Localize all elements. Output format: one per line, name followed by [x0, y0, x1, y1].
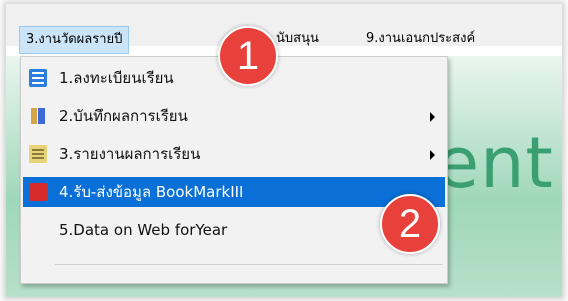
menu-item-label: 2.บันทึกผลการเรียน: [59, 107, 188, 125]
application-window: 3.งานวัดผลรายปี นับสนุน 9.งานเอนกประสงค์…: [6, 4, 562, 297]
menu-item-record-grades[interactable]: 2.บันทึกผลการเรียน: [23, 101, 445, 131]
book-icon: [29, 183, 47, 201]
register-list-icon: [29, 69, 47, 87]
menu-annual-assessment[interactable]: 3.งานวัดผลรายปี: [19, 26, 130, 54]
submenu-arrow-icon: [430, 150, 435, 160]
step-badge-1: 1: [218, 26, 278, 86]
report-icon: [29, 145, 47, 163]
background-title-text: ent: [436, 122, 554, 204]
step-badge-2: 2: [380, 194, 440, 254]
menu-item-bookmark[interactable]: 4.รับ-ส่งข้อมูล BookMarkIII: [23, 177, 445, 207]
dropdown-menu: 1.ลงทะเบียนเรียน 2.บันทึกผลการเรียน 3.รา…: [20, 56, 448, 284]
menu-multipurpose[interactable]: 9.งานเอนกประสงค์: [366, 26, 475, 52]
menu-separator: [55, 264, 443, 265]
submenu-arrow-icon: [430, 112, 435, 122]
menu-item-report-grades[interactable]: 3.รายงานผลการเรียน: [23, 139, 445, 169]
menu-bar: 3.งานวัดผลรายปี นับสนุน 9.งานเอนกประสงค์: [6, 4, 562, 54]
menu-item-label: 4.รับ-ส่งข้อมูล BookMarkIII: [59, 183, 244, 201]
menu-support[interactable]: นับสนุน: [276, 26, 319, 52]
menu-item-label: 5.Data on Web forYear: [59, 221, 228, 239]
notes-icon: [29, 107, 47, 125]
menu-item-label: 1.ลงทะเบียนเรียน: [59, 69, 174, 87]
menu-item-label: 3.รายงานผลการเรียน: [59, 145, 201, 163]
